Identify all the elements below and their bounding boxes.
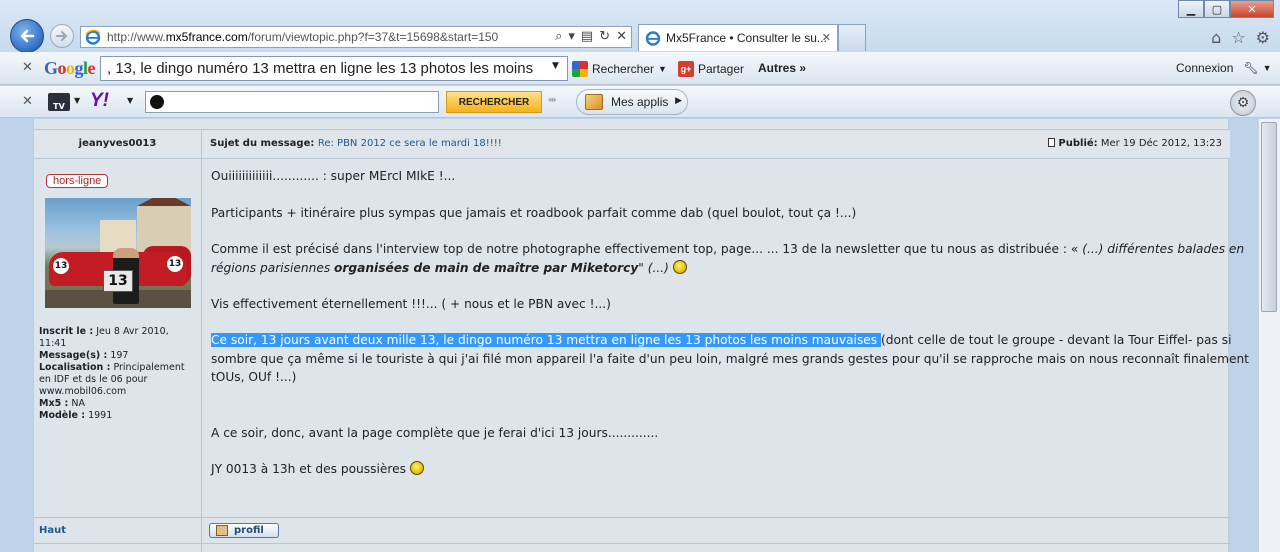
profile-button-label: profil [234, 525, 264, 536]
post-paragraph: Ce soir, 13 jours avant deux mille 13, l… [211, 333, 1232, 347]
avatar-car-number: 13 [167, 256, 183, 272]
share-button[interactable]: g+ Partager [678, 61, 744, 77]
published-date: Mer 19 Déc 2012, 13:23 [1100, 138, 1222, 149]
chevron-down-icon[interactable]: ▼ [552, 61, 559, 71]
post-paragraph: A ce soir, donc, avant la page complète … [211, 426, 659, 440]
avatar-sign: 13 [103, 270, 133, 292]
post-paragraph: Vis effectivement éternellement !!!... (… [211, 297, 611, 311]
poster-profile-info: Inscrit le : Jeu 8 Avr 2010, 11:41 Messa… [39, 326, 199, 422]
profile-joined: Inscrit le : Jeu 8 Avr 2010, 11:41 [39, 326, 169, 349]
post-footer-row: Haut profil [34, 517, 1230, 544]
google-plus-icon: g+ [678, 61, 694, 77]
selected-text: Ce soir, 13 jours avant deux mille 13, l… [211, 333, 882, 347]
star-icon[interactable]: ☆ [1231, 28, 1245, 47]
profile-button[interactable]: profil [209, 523, 279, 538]
connexion-button[interactable]: Connexion 🔧︎ ▼ [1176, 61, 1272, 75]
post-paragraph: Participants + itinéraire plus sympas qu… [211, 206, 857, 220]
chevron-down-icon[interactable]: ▼ [1263, 63, 1272, 73]
settings-gear-icon[interactable]: ⚙ [1256, 28, 1270, 47]
post-paragraph: Comme il est précisé dans l'interview to… [211, 242, 1245, 256]
search-icon[interactable]: ⌕ [555, 29, 562, 44]
more-label: Autres » [758, 61, 807, 75]
apps-icon [585, 94, 603, 110]
forward-button[interactable] [50, 24, 74, 48]
profile-messages: Message(s) : 197 [39, 350, 129, 361]
post-paragraph: régions parisiennes organisées de main d… [211, 259, 687, 278]
post-paragraph: JY 0013 à 13h et des poussières [211, 460, 424, 479]
post-subject: Sujet du message: Re: PBN 2012 ce sera l… [210, 138, 502, 149]
post-paragraph: sombre que ça même si le touriste à qui … [211, 352, 1249, 366]
profile-card-icon [216, 525, 228, 536]
yahoo-logo[interactable]: Y! [90, 90, 109, 112]
share-label: Partager [698, 62, 745, 76]
ie-tab-icon [645, 31, 661, 46]
chevron-right-icon: ▶ [675, 95, 682, 105]
smiley-icon [409, 461, 424, 475]
avatar: 13 13 13 [45, 198, 191, 308]
tab-title: Mx5France • Consulter le su... [666, 31, 827, 45]
close-tab-icon[interactable]: ✕ [822, 31, 831, 44]
close-icon[interactable]: ✕ [22, 94, 33, 109]
post-paragraph: Ouiiiiiiiiiiiii............ : super MErc… [211, 169, 456, 183]
close-icon[interactable]: ✕ [22, 60, 33, 75]
connexion-label: Connexion [1176, 61, 1234, 75]
post-published: Publié: Mer 19 Déc 2012, 13:23 [1048, 138, 1222, 149]
forward-arrow-icon [56, 31, 68, 41]
yahoo-search-input[interactable] [145, 91, 439, 113]
ie-command-icons: ⌂ ☆ ⚙ [1211, 28, 1270, 47]
new-tab-button[interactable] [838, 24, 866, 51]
back-button[interactable] [10, 19, 44, 53]
column-divider [201, 129, 202, 552]
stop-icon[interactable]: ✕ [616, 29, 627, 44]
smiley-icon [672, 260, 687, 274]
address-actions: ⌕ ▾ ▤ ↻ ✕ [555, 29, 627, 44]
address-url: http://www.mx5france.com/forum/viewtopic… [107, 30, 499, 44]
window-controls: ▁ ▢ ✕ [1178, 0, 1274, 18]
google-logo: Google [44, 58, 96, 78]
ie-logo-icon [85, 29, 101, 45]
tv-icon[interactable]: TV [48, 93, 70, 111]
back-arrow-icon [20, 29, 35, 43]
minimize-button[interactable]: ▁ [1178, 0, 1204, 18]
profile-location: Localisation : Principalement en IDF et … [39, 362, 185, 397]
wrench-icon[interactable]: 🔧︎ [1243, 61, 1258, 75]
yahoo-search-button[interactable]: RECHERCHER [446, 91, 542, 113]
more-button[interactable]: Autres » [758, 61, 806, 75]
chevron-down-icon[interactable]: ▼ [127, 96, 133, 105]
poster-username[interactable]: jeanyves0013 [34, 138, 201, 149]
published-label: Publié: [1058, 138, 1098, 149]
google-search-button[interactable]: Rechercher ▼ [572, 61, 667, 77]
chevron-down-icon: ▼ [658, 64, 667, 74]
home-icon[interactable]: ⌂ [1211, 28, 1221, 47]
gear-icon[interactable]: ⚙ [1230, 90, 1256, 116]
refresh-icon[interactable]: ↻ [599, 29, 610, 44]
search-icon [150, 95, 164, 109]
close-window-button[interactable]: ✕ [1230, 0, 1274, 18]
subject-label: Sujet du message: [210, 138, 315, 149]
google-search-label: Rechercher [592, 62, 655, 76]
google-search-input[interactable]: , 13, le dingo numéro 13 mettra en ligne… [100, 56, 568, 81]
address-bar[interactable]: http://www.mx5france.com/forum/viewtopic… [80, 26, 632, 48]
resize-handle-icon[interactable]: ⇹ [548, 95, 556, 106]
compat-view-icon[interactable]: ▤ [581, 29, 593, 44]
document-icon[interactable] [1048, 138, 1056, 147]
tab-mx5france[interactable]: Mx5France • Consulter le su... ✕ [638, 24, 838, 51]
scrollbar-thumb[interactable] [1261, 122, 1277, 312]
status-badge: hors-ligne [46, 174, 109, 188]
page-viewport: jeanyves0013 Sujet du message: Re: PBN 2… [0, 119, 1280, 552]
my-apps-label: Mes applis [611, 95, 669, 109]
avatar-car-number: 13 [53, 258, 69, 274]
subject-link[interactable]: Re: PBN 2012 ce sera le mardi 18!!!! [318, 138, 502, 149]
forum-post: jeanyves0013 Sujet du message: Re: PBN 2… [33, 119, 1249, 552]
profile-mx5: Mx5 : NA [39, 398, 85, 409]
post-header-row: jeanyves0013 Sujet du message: Re: PBN 2… [34, 129, 1230, 159]
maximize-button[interactable]: ▢ [1204, 0, 1230, 18]
profile-model: Modèle : 1991 [39, 410, 113, 421]
my-apps-button[interactable]: Mes applis ▶ [576, 89, 688, 115]
chevron-down-icon[interactable]: ▼ [74, 96, 80, 105]
post-paragraph: tOUs, OUf !...) [211, 370, 297, 384]
google-search-icon [572, 61, 588, 77]
back-to-top-link[interactable]: Haut [39, 525, 66, 536]
dropdown-icon[interactable]: ▾ [568, 29, 575, 44]
